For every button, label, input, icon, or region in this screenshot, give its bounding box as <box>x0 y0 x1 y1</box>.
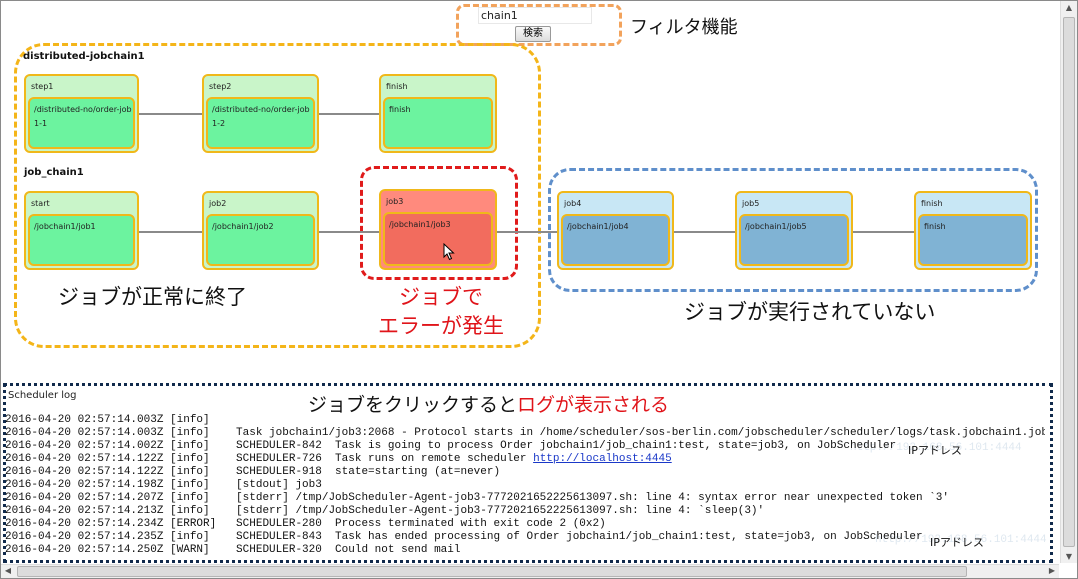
node-title: finish <box>386 82 408 91</box>
node-title: step2 <box>209 82 232 91</box>
chain-name-job-chain1: job_chain1 <box>24 167 84 178</box>
job-node-job5[interactable]: job5 /jobchain1/job5 <box>735 191 853 270</box>
annotation-error: ジョブで エラーが発生 <box>352 283 530 341</box>
horizontal-scrollbar[interactable]: ◀ ▶ <box>1 564 1059 578</box>
chain-connector <box>318 113 380 115</box>
node-job-path: /jobchain1/job2 <box>212 222 274 231</box>
job-node-finish-1[interactable]: finish finish <box>379 74 497 153</box>
mouse-cursor-icon <box>443 243 455 261</box>
scroll-left-icon[interactable]: ◀ <box>3 566 13 575</box>
scroll-up-icon[interactable]: ▲ <box>1061 3 1077 12</box>
chain-connector <box>318 231 380 233</box>
chain-connector <box>496 231 558 233</box>
log-line: 2016-04-20 02:57:14.002Z [info] SCHEDULE… <box>5 440 897 452</box>
node-job-box[interactable]: finish <box>383 97 493 149</box>
node-title: job4 <box>564 199 582 208</box>
node-job-box[interactable]: /distributed-no/order-job 1-1 <box>28 97 135 149</box>
annotation-error-line1: ジョブで <box>399 285 483 309</box>
node-job-box[interactable]: /distributed-no/order-job 1-2 <box>206 97 315 149</box>
node-job-path: /jobchain1/job3 <box>389 220 451 229</box>
log-title: Scheduler log <box>8 390 77 401</box>
log-hint: ジョブをクリックするとログが表示される <box>308 390 669 417</box>
node-job-box[interactable]: /jobchain1/job5 <box>739 214 849 266</box>
vertical-scrollbar[interactable]: ▲ ▼ <box>1060 1 1077 563</box>
node-title: finish <box>921 199 943 208</box>
log-line: 2016-04-20 02:57:14.235Z [info] SCHEDULE… <box>5 531 923 543</box>
job-node-step1[interactable]: step1 /distributed-no/order-job 1-1 <box>24 74 139 153</box>
filter-input[interactable] <box>478 7 592 24</box>
search-button[interactable]: 検索 <box>515 26 551 42</box>
log-line: 2016-04-20 02:57:14.122Z [info] SCHEDULE… <box>5 466 501 478</box>
log-line: 2016-04-20 02:57:14.003Z [info] Task job… <box>5 427 1045 439</box>
log-line: 2016-04-20 02:57:14.250Z [WARN] SCHEDULE… <box>5 544 461 556</box>
scroll-down-icon[interactable]: ▼ <box>1061 552 1077 561</box>
job-node-start[interactable]: start /jobchain1/job1 <box>24 191 139 270</box>
job-node-job2[interactable]: job2 /jobchain1/job2 <box>202 191 319 270</box>
node-job-path: /distributed-no/order-job <box>34 105 132 114</box>
job-node-step2[interactable]: step2 /distributed-no/order-job 1-2 <box>202 74 319 153</box>
node-title: job3 <box>386 197 404 206</box>
node-job-path: finish <box>389 105 411 114</box>
chain-name-distributed: distributed-jobchain1 <box>23 51 145 62</box>
log-hint-black: ジョブをクリックすると <box>308 394 518 416</box>
node-job-path: /jobchain1/job5 <box>745 222 807 231</box>
job-node-job3[interactable]: job3 /jobchain1/job3 <box>379 189 497 270</box>
log-hint-red: ログが表示される <box>517 394 670 416</box>
node-title: job2 <box>209 199 227 208</box>
node-job-extra: 1-1 <box>34 119 48 128</box>
node-job-box[interactable]: /jobchain1/job1 <box>28 214 135 266</box>
log-lines: 2016-04-20 02:57:14.003Z [info] 2016-04-… <box>5 414 1045 557</box>
chain-connector <box>852 231 916 233</box>
log-line: 2016-04-20 02:57:14.198Z [info] [stdout]… <box>5 479 322 491</box>
chain-connector <box>138 113 202 115</box>
job-node-finish-2[interactable]: finish finish <box>914 191 1032 270</box>
horizontal-scroll-thumb[interactable] <box>17 566 967 577</box>
node-title: step1 <box>31 82 54 91</box>
node-job-path: /jobchain1/job4 <box>567 222 629 231</box>
filter-label: フィルタ機能 <box>630 17 738 38</box>
scroll-right-icon[interactable]: ▶ <box>1047 566 1057 575</box>
remote-scheduler-link[interactable]: http://localhost:4445 <box>533 453 672 465</box>
node-job-box[interactable]: finish <box>918 214 1028 266</box>
node-job-path: /distributed-no/order-job <box>212 105 310 114</box>
node-job-extra: 1-2 <box>212 119 226 128</box>
node-title: start <box>31 199 50 208</box>
node-title: job5 <box>742 199 760 208</box>
annotation-normal: ジョブが正常に終了 <box>58 285 247 309</box>
node-job-path: /jobchain1/job1 <box>34 222 96 231</box>
ip-address-note-2: IPアドレス <box>930 536 984 549</box>
annotation-error-line2: エラーが発生 <box>378 314 504 338</box>
annotation-not-run: ジョブが実行されていない <box>684 300 936 324</box>
log-line-text: 2016-04-20 02:57:14.122Z [info] SCHEDULE… <box>5 453 534 465</box>
log-line: 2016-04-20 02:57:14.234Z [ERROR] SCHEDUL… <box>5 518 606 530</box>
node-job-box[interactable]: /jobchain1/job4 <box>561 214 670 266</box>
chain-connector <box>673 231 737 233</box>
log-line: 2016-04-20 02:57:14.213Z [info] [stderr]… <box>5 505 765 517</box>
node-job-box[interactable]: /jobchain1/job2 <box>206 214 315 266</box>
vertical-scroll-thumb[interactable] <box>1063 17 1075 547</box>
chain-connector <box>138 231 202 233</box>
log-line: 2016-04-20 02:57:14.003Z [info] <box>5 414 210 426</box>
log-line: 2016-04-20 02:57:14.122Z [info] SCHEDULE… <box>5 453 1045 466</box>
node-job-path: finish <box>924 222 946 231</box>
node-job-box[interactable]: /jobchain1/job3 <box>383 212 493 266</box>
log-line: 2016-04-20 02:57:14.207Z [info] [stderr]… <box>5 492 949 504</box>
ip-address-note-1: IPアドレス <box>908 444 962 457</box>
job-node-job4[interactable]: job4 /jobchain1/job4 <box>557 191 674 270</box>
